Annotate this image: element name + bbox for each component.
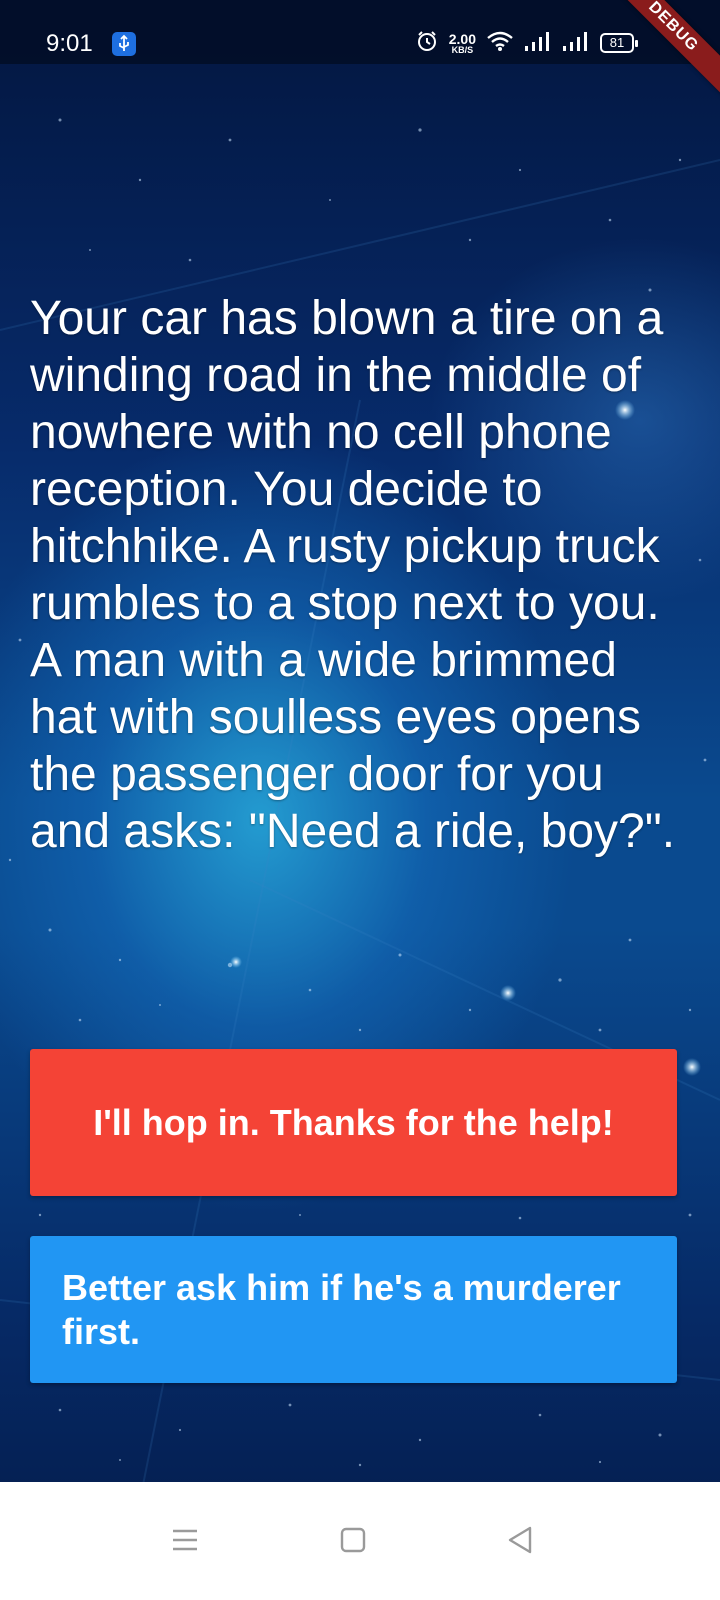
story-screen: 9:01 2.00 KB/S 81 DEBUG Your car has blo… (0, 0, 720, 1600)
battery-icon: 81 (600, 33, 638, 53)
choice-2-button[interactable]: Better ask him if he's a murderer first. (30, 1236, 677, 1383)
signal-icon (524, 30, 552, 57)
net-speed: 2.00 KB/S (449, 32, 476, 55)
navigation-bar (0, 1482, 720, 1600)
net-speed-unit: KB/S (451, 44, 474, 55)
wifi-icon (486, 30, 514, 57)
usb-icon (112, 32, 136, 56)
story-text: Your car has blown a tire on a winding r… (30, 292, 676, 858)
choice-1-button[interactable]: I'll hop in. Thanks for the help! (30, 1049, 677, 1196)
status-time: 9:01 (46, 30, 93, 57)
status-bar: 9:01 2.00 KB/S 81 (0, 0, 720, 64)
back-icon[interactable] (490, 1510, 550, 1570)
home-icon[interactable] (323, 1510, 383, 1570)
menu-icon[interactable] (155, 1510, 215, 1570)
signal-icon (562, 30, 590, 57)
status-icons: 2.00 KB/S 81 (415, 28, 638, 58)
alarm-icon (415, 29, 439, 58)
net-speed-value: 2.00 (448, 30, 476, 47)
